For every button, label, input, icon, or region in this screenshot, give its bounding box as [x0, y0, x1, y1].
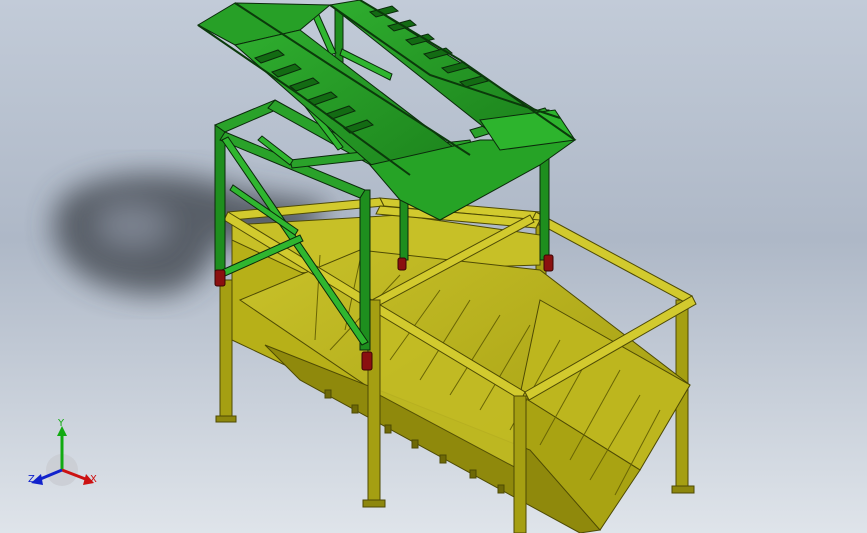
triad-graphic — [31, 426, 94, 486]
coordinate-triad: Y X Z — [22, 418, 106, 498]
x-axis-label: X — [90, 474, 97, 485]
y-axis-label: Y — [58, 418, 65, 429]
graphics-viewport[interactable]: Y X Z — [0, 0, 867, 533]
z-axis-label: Z — [28, 474, 35, 485]
cad-model-scene[interactable] — [0, 0, 867, 533]
